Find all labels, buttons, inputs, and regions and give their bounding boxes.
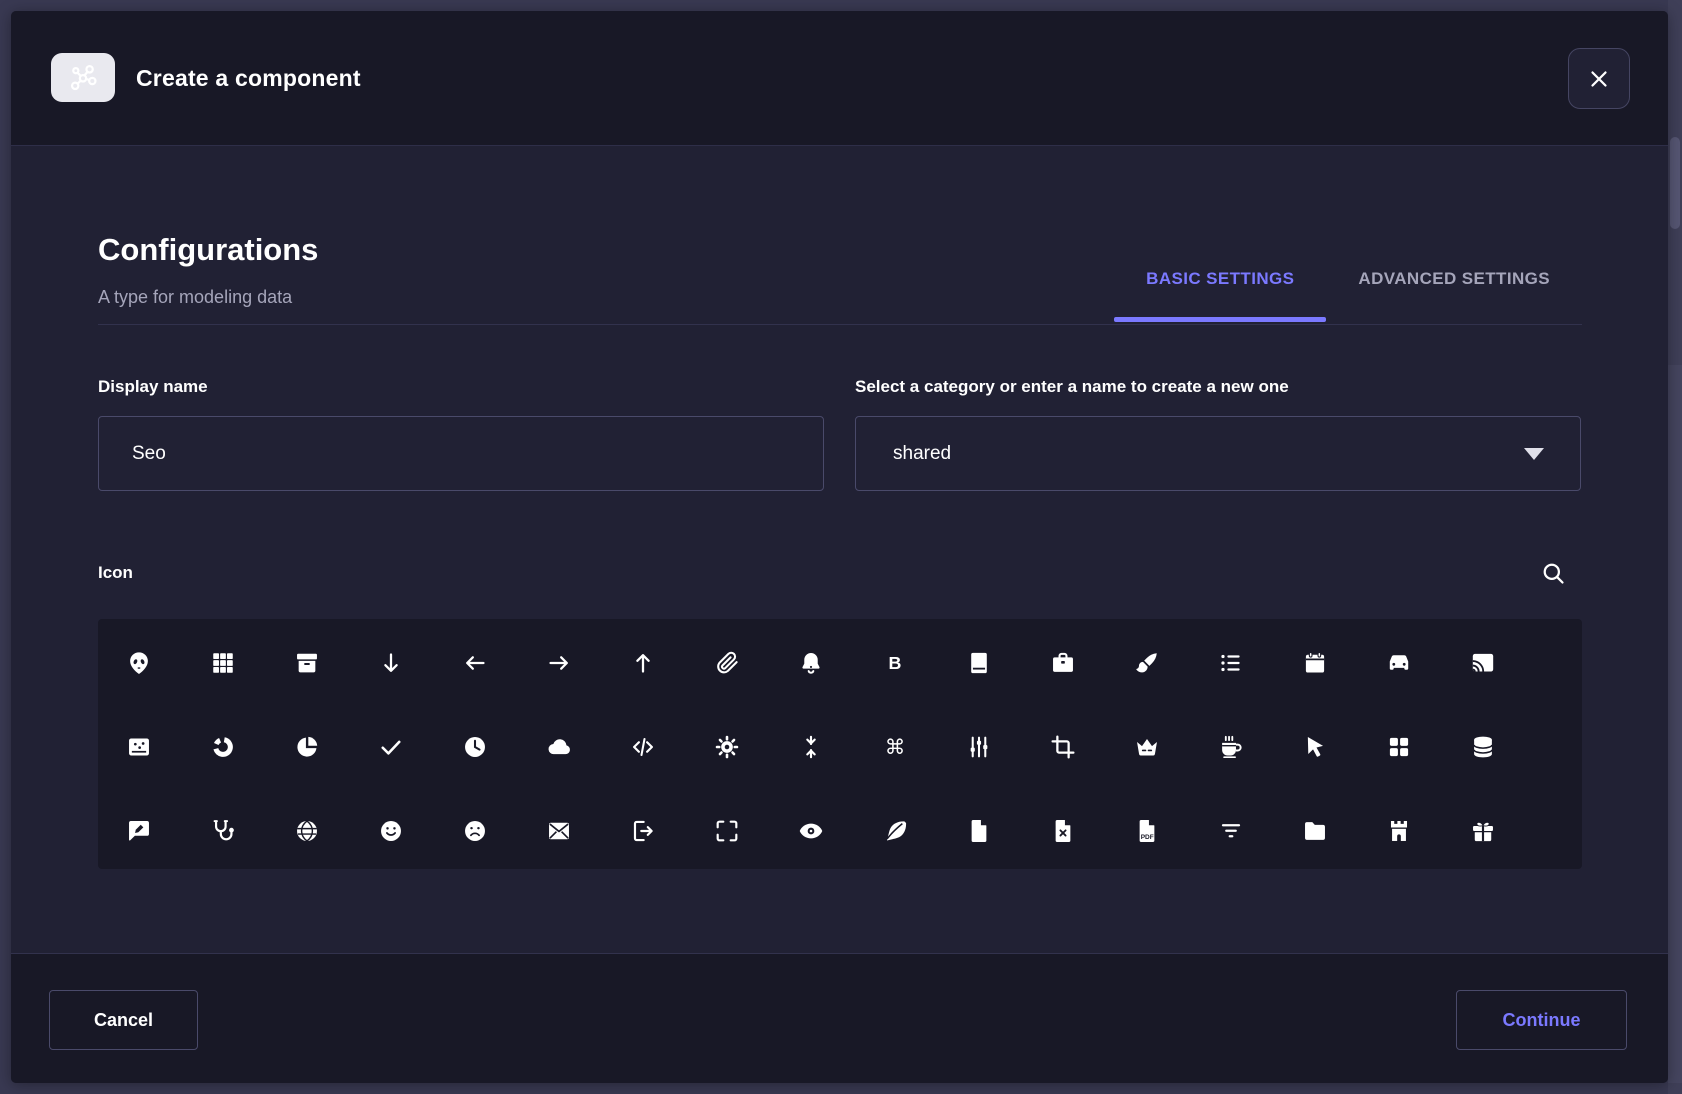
svg-text:PDF: PDF <box>1141 834 1154 841</box>
check-icon[interactable] <box>378 734 404 760</box>
envelope-icon[interactable] <box>546 818 572 844</box>
modal-title: Create a component <box>136 11 361 146</box>
arrow-down-icon[interactable] <box>378 650 404 676</box>
chevron-down-icon <box>1524 448 1544 460</box>
create-component-modal: Create a component Configurations A type… <box>11 11 1668 1083</box>
briefcase-icon[interactable] <box>1050 650 1076 676</box>
section-heading: Configurations <box>98 232 318 268</box>
arrow-right-icon[interactable] <box>546 650 572 676</box>
icon-label: Icon <box>98 563 133 583</box>
expand-icon[interactable] <box>714 818 740 844</box>
attachment-icon[interactable] <box>714 650 740 676</box>
folder-icon[interactable] <box>1302 818 1328 844</box>
bell-icon[interactable] <box>798 650 824 676</box>
exit-icon[interactable] <box>630 818 656 844</box>
earth-icon[interactable] <box>294 818 320 844</box>
chart-bubble-icon[interactable] <box>126 734 152 760</box>
close-icon <box>1586 66 1612 92</box>
category-select-value: shared <box>893 443 951 465</box>
eye-icon[interactable] <box>798 818 824 844</box>
tabs-divider <box>98 324 1582 325</box>
search-icon <box>1540 560 1567 587</box>
calendar-icon[interactable] <box>1302 650 1328 676</box>
tab-basic-settings[interactable]: BASIC SETTINGS <box>1114 235 1326 322</box>
chart-pie-icon[interactable] <box>294 734 320 760</box>
svg-text:B: B <box>889 653 902 673</box>
component-icon <box>51 53 115 102</box>
dashboard-icon[interactable] <box>1386 734 1412 760</box>
chart-circle-icon[interactable] <box>210 734 236 760</box>
modal-footer: Cancel Continue <box>11 953 1668 1083</box>
command-icon[interactable]: ⌘ <box>882 734 908 760</box>
file-error-icon[interactable] <box>1050 818 1076 844</box>
car-icon[interactable] <box>1386 650 1412 676</box>
svg-text:⌘: ⌘ <box>885 735 906 759</box>
modal-header: Create a component <box>11 11 1668 146</box>
file-pdf-icon[interactable]: PDF <box>1134 818 1160 844</box>
page-edge-panel <box>1668 365 1682 1083</box>
cursor-icon[interactable] <box>1302 734 1328 760</box>
discuss-icon[interactable] <box>126 818 152 844</box>
crop-icon[interactable] <box>1050 734 1076 760</box>
emotion-unhappy-icon[interactable] <box>462 818 488 844</box>
database-icon[interactable] <box>1470 734 1496 760</box>
emotion-happy-icon[interactable] <box>378 818 404 844</box>
continue-button[interactable]: Continue <box>1456 990 1627 1050</box>
section-subtitle: A type for modeling data <box>98 287 292 308</box>
crown-icon[interactable] <box>1134 734 1160 760</box>
cancel-button[interactable]: Cancel <box>49 990 198 1050</box>
arrow-left-icon[interactable] <box>462 650 488 676</box>
filter-icon[interactable] <box>1218 818 1244 844</box>
clock-icon[interactable] <box>462 734 488 760</box>
cog-icon[interactable] <box>714 734 740 760</box>
feather-icon[interactable] <box>882 818 908 844</box>
icon-search-button[interactable] <box>1537 557 1569 589</box>
doctor-icon[interactable] <box>210 818 236 844</box>
category-label: Select a category or enter a name to cre… <box>855 377 1289 397</box>
cup-icon[interactable] <box>1218 734 1244 760</box>
bold-icon[interactable]: B <box>882 650 908 676</box>
brush-icon[interactable] <box>1134 650 1160 676</box>
file-icon[interactable] <box>966 818 992 844</box>
bullet-list-icon[interactable] <box>1218 650 1244 676</box>
cloud-icon[interactable] <box>546 734 572 760</box>
close-button[interactable] <box>1568 48 1630 109</box>
book-icon[interactable] <box>966 650 992 676</box>
settings-tabs: BASIC SETTINGS ADVANCED SETTINGS <box>1114 235 1582 322</box>
tab-advanced-settings[interactable]: ADVANCED SETTINGS <box>1326 235 1582 322</box>
code-icon[interactable] <box>630 734 656 760</box>
cast-icon[interactable] <box>1470 650 1496 676</box>
category-select[interactable]: shared <box>855 416 1581 491</box>
display-name-label: Display name <box>98 377 208 397</box>
collapse-icon[interactable] <box>798 734 824 760</box>
display-name-input[interactable] <box>98 416 824 491</box>
alien-icon[interactable] <box>126 650 152 676</box>
icon-grid: B ⌘ PDF <box>98 619 1582 869</box>
arrow-up-icon[interactable] <box>630 650 656 676</box>
archive-icon[interactable] <box>294 650 320 676</box>
apps-icon[interactable] <box>210 650 236 676</box>
castle-icon[interactable] <box>1386 818 1412 844</box>
gift-icon[interactable] <box>1470 818 1496 844</box>
page-scrollbar-thumb[interactable] <box>1670 137 1680 229</box>
filters-icon[interactable] <box>966 734 992 760</box>
